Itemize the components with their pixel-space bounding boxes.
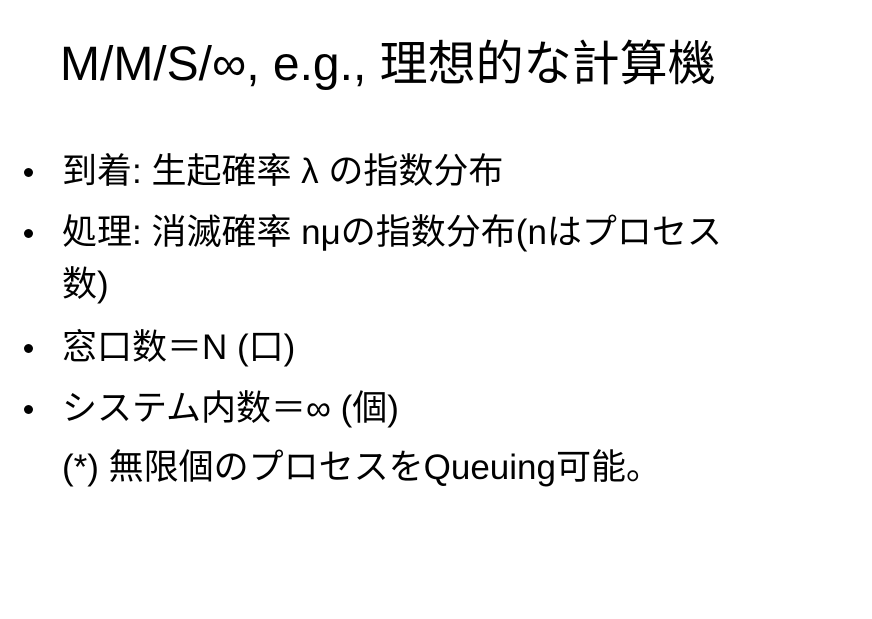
- bullet-icon: [24, 344, 33, 353]
- bullet-processing-continuation: 数): [62, 265, 109, 304]
- bullet-icon: [24, 168, 33, 177]
- bullet-processing: 処理: 消滅確率 nμの指数分布(nはプロセス: [62, 213, 722, 252]
- slide-title: M/M/S/∞, e.g., 理想的な計算機: [60, 38, 716, 91]
- bullet-system-capacity: システム内数＝∞ (個): [62, 389, 399, 428]
- note-text: (*) 無限個のプロセスをQueuing可能。: [62, 448, 661, 487]
- bullet-arrival: 到着: 生起確率 λ の指数分布: [62, 152, 504, 191]
- bullet-icon: [24, 229, 33, 238]
- bullet-servers: 窓口数＝N (口): [62, 328, 296, 367]
- bullet-icon: [24, 405, 33, 414]
